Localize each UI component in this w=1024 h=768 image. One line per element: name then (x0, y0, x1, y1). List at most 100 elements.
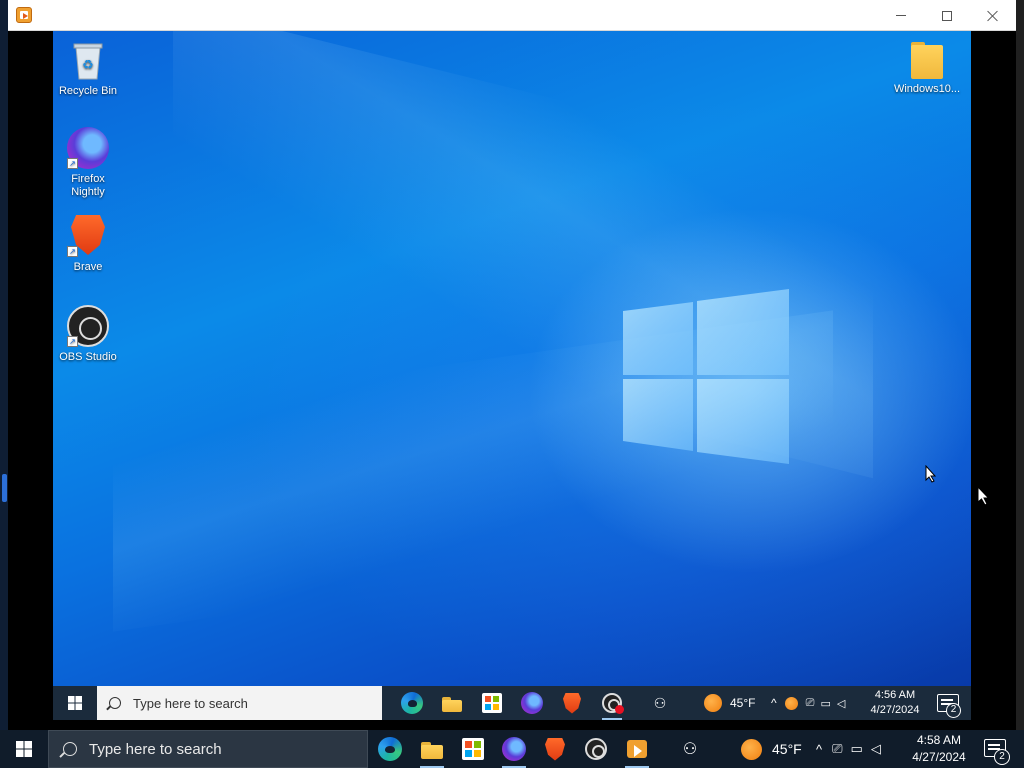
people-button[interactable]: ⚇ (670, 730, 710, 768)
tray-orange-icon[interactable] (784, 696, 798, 710)
viewer-app-icon (16, 7, 32, 23)
remote-people-button[interactable]: ⚇ (640, 686, 680, 720)
notification-count-badge: 2 (946, 703, 961, 718)
remote-mouse-cursor (925, 465, 937, 483)
mouse-cursor (977, 486, 990, 506)
volume-muted-icon[interactable]: ◁ (837, 697, 845, 710)
search-box[interactable]: Type here to search (48, 730, 368, 768)
remote-taskbar: Type here to search ⚇ 45°F ^ ⎚ ▭ ◁ 4:56 … (53, 686, 971, 720)
host-taskbar: Type here to search ⚇ 45°F ^ ⎚ ▭ ◁ 4:58 … (0, 730, 1024, 768)
remote-clock[interactable]: 4:56 AM 4/27/2024 (869, 688, 921, 718)
close-button[interactable] (970, 0, 1016, 31)
start-button[interactable] (0, 730, 48, 768)
shortcut-arrow-icon: ↗ (67, 246, 78, 257)
recycle-bin-icon: ♻ (67, 39, 109, 81)
desktop-icon-firefox-nightly[interactable]: ↗ Firefox Nightly (53, 127, 124, 199)
remote-taskbar-store[interactable] (472, 686, 512, 720)
clock-date: 4/27/2024 (912, 750, 966, 764)
notification-count-badge: 2 (994, 749, 1010, 765)
minimize-icon (896, 15, 906, 16)
brave-icon (545, 737, 565, 761)
remote-taskbar-file-explorer[interactable] (432, 686, 472, 720)
svg-text:♻: ♻ (82, 58, 94, 73)
folder-icon (911, 39, 943, 79)
weather-sun-icon (704, 694, 722, 712)
windows-start-icon (68, 696, 82, 710)
remote-clock-time: 4:56 AM (874, 689, 916, 701)
file-explorer-icon (421, 739, 443, 759)
desktop-icon-label: Brave (73, 261, 103, 273)
remote-viewer-window: ♻ Recycle Bin ↗ Firefox Nightly ↗ Brave … (8, 0, 1016, 730)
search-icon (63, 742, 77, 756)
recording-indicator-icon (615, 705, 624, 714)
remote-clock-date: 4/27/2024 (870, 704, 920, 716)
maximize-icon (942, 10, 952, 21)
remote-taskbar-obs-studio[interactable] (592, 686, 632, 720)
windows-logo-wallpaper (623, 289, 789, 464)
obs-studio-icon: ↗ (67, 305, 109, 347)
store-icon (462, 738, 484, 760)
network-icon[interactable]: ▭ (851, 741, 863, 757)
taskbar-store[interactable] (453, 730, 493, 768)
close-icon (987, 10, 999, 22)
meet-now-icon[interactable]: ⎚ (806, 697, 815, 710)
shortcut-arrow-icon: ↗ (67, 336, 78, 347)
host-left-edge (0, 0, 8, 730)
remote-system-tray: ^ ⎚ ▭ ◁ (771, 686, 845, 720)
file-explorer-icon (442, 694, 462, 712)
obs-studio-icon (585, 738, 607, 760)
host-edge-tab (2, 474, 7, 502)
remote-taskbar-edge[interactable] (392, 686, 432, 720)
edge-icon (401, 692, 423, 714)
desktop-icon-label: OBS Studio (59, 351, 117, 363)
weather-text: 45°F (772, 741, 802, 757)
search-placeholder: Type here to search (89, 740, 222, 758)
remote-search-box[interactable]: Type here to search (97, 686, 382, 720)
minimize-button[interactable] (878, 0, 924, 31)
desktop-icon-windows10-folder[interactable]: Windows10... (891, 39, 963, 96)
desktop-icon-recycle-bin[interactable]: ♻ Recycle Bin (53, 39, 124, 98)
remote-taskbar-brave[interactable] (552, 686, 592, 720)
taskbar-obs-studio[interactable] (576, 730, 616, 768)
windows-start-icon (16, 741, 32, 757)
store-icon (482, 693, 502, 713)
media-player-icon (627, 740, 647, 758)
meet-now-icon[interactable]: ⎚ (832, 741, 842, 757)
people-icon: ⚇ (653, 694, 667, 711)
shortcut-arrow-icon: ↗ (67, 158, 78, 169)
network-icon[interactable]: ▭ (820, 697, 830, 710)
volume-muted-icon[interactable]: ◁ (871, 741, 881, 757)
taskbar-media-player[interactable] (617, 730, 657, 768)
show-hidden-icons-chevron-icon[interactable]: ^ (771, 696, 777, 710)
system-tray: ^ ⎚ ▭ ◁ (816, 730, 881, 768)
remote-weather-widget[interactable]: 45°F (704, 686, 755, 720)
remote-taskbar-firefox-nightly[interactable] (512, 686, 552, 720)
clock[interactable]: 4:58 AM 4/27/2024 (908, 732, 970, 766)
maximize-button[interactable] (924, 0, 970, 31)
title-bar[interactable] (8, 0, 1016, 31)
brave-icon: ↗ (67, 215, 109, 257)
remote-notifications-button[interactable]: 2 (935, 694, 963, 720)
taskbar-file-explorer[interactable] (412, 730, 452, 768)
remote-start-button[interactable] (53, 686, 97, 720)
brave-icon (563, 692, 581, 714)
notifications-button[interactable]: 2 (982, 739, 1012, 767)
firefox-nightly-icon: ↗ (67, 127, 109, 169)
host-right-edge (1016, 0, 1024, 730)
weather-sun-icon (741, 738, 762, 760)
search-icon (109, 697, 121, 709)
desktop-icon-label: Firefox Nightly (71, 173, 105, 198)
desktop-icon-obs-studio[interactable]: ↗ OBS Studio (53, 305, 124, 364)
desktop-icon-brave[interactable]: ↗ Brave (53, 215, 124, 274)
taskbar-brave[interactable] (535, 730, 575, 768)
show-hidden-icons-chevron-icon[interactable]: ^ (816, 742, 822, 757)
firefox-nightly-icon (521, 692, 543, 714)
remote-search-placeholder: Type here to search (133, 695, 248, 711)
desktop-icon-label: Recycle Bin (58, 85, 118, 97)
weather-widget[interactable]: 45°F (741, 730, 802, 768)
remote-desktop[interactable]: ♻ Recycle Bin ↗ Firefox Nightly ↗ Brave … (53, 31, 971, 686)
desktop-icon-label: Windows10... (893, 83, 961, 95)
taskbar-firefox-nightly[interactable] (494, 730, 534, 768)
taskbar-edge[interactable] (370, 730, 410, 768)
edge-icon (378, 737, 402, 761)
